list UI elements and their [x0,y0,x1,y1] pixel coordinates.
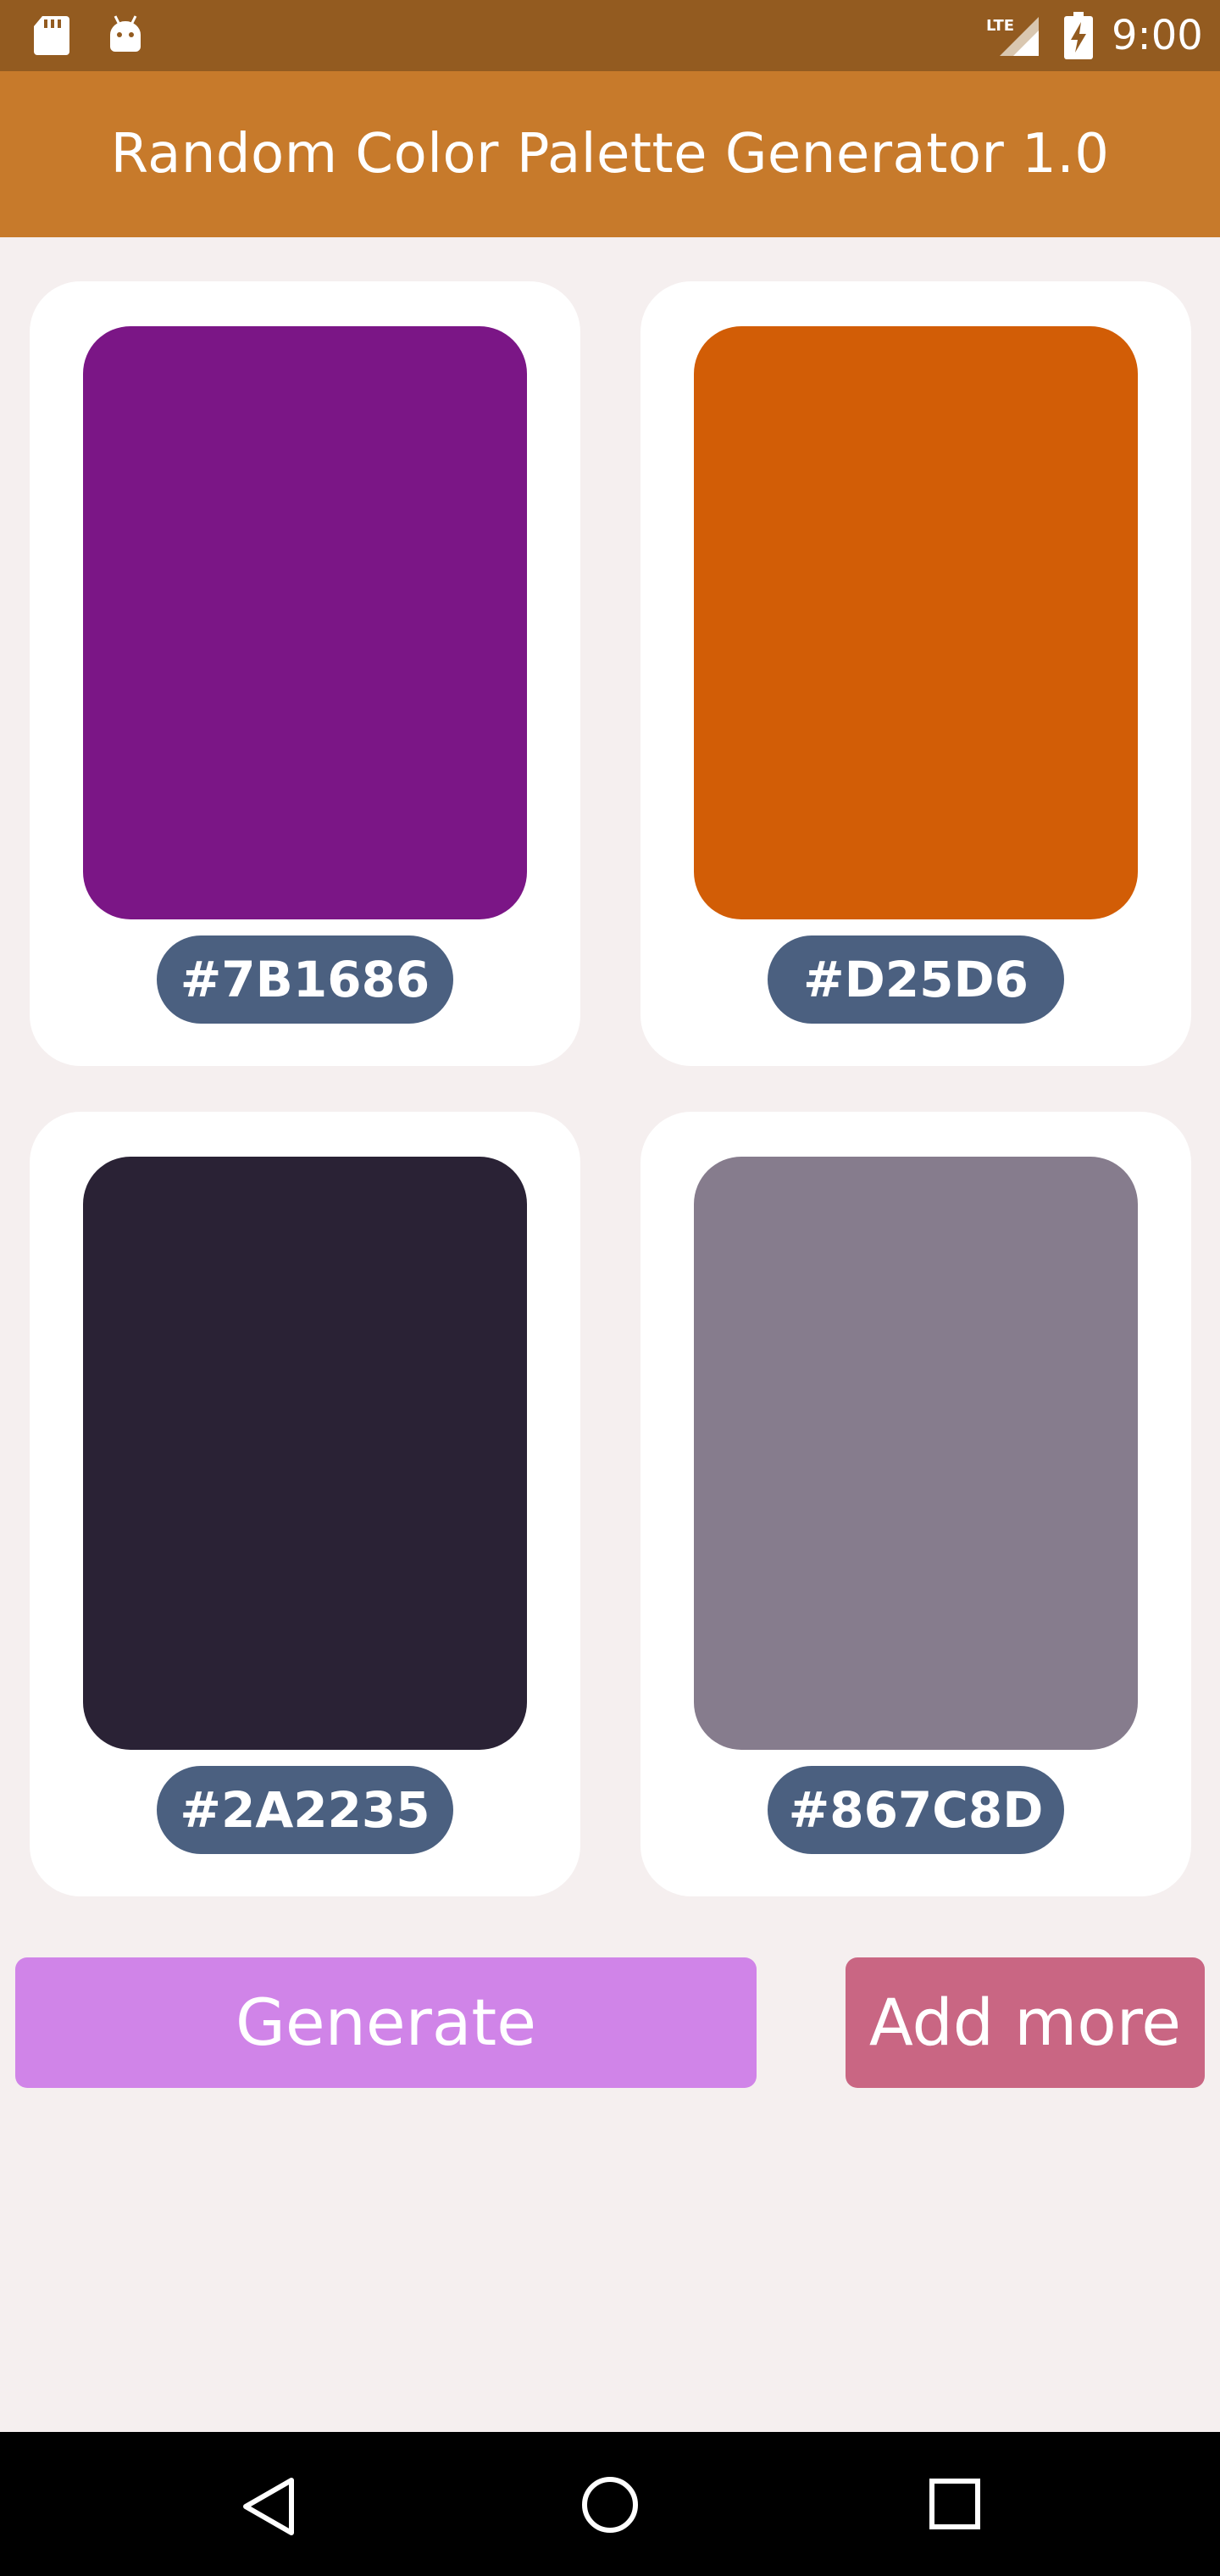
battery-charging-icon [1064,12,1093,59]
back-icon[interactable] [241,2476,297,2537]
android-icon [110,15,141,52]
color-card: #867C8D [640,1112,1191,1896]
hex-code-label: #867C8D [768,1766,1064,1854]
generate-button[interactable]: Generate [15,1957,757,2088]
svg-text:LTE: LTE [986,17,1014,35]
color-card: #D25D6 [640,281,1191,1066]
status-bar: LTE 9:00 [0,0,1220,71]
lte-signal-icon: LTE [986,17,1039,56]
add-more-button[interactable]: Add more [846,1957,1205,2088]
home-icon[interactable] [580,2474,640,2535]
color-card: #7B1686 [30,281,580,1066]
status-time: 9:00 [1112,12,1203,59]
hex-code-label: #D25D6 [768,935,1064,1024]
sd-card-icon [34,16,69,55]
recents-icon[interactable] [929,2478,981,2530]
color-swatch[interactable] [694,1157,1138,1750]
color-card: #2A2235 [30,1112,580,1896]
hex-code-label: #2A2235 [157,1766,453,1854]
hex-code-label: #7B1686 [157,935,453,1024]
color-swatch[interactable] [83,326,527,919]
color-swatch[interactable] [83,1157,527,1750]
navigation-bar [0,2432,1220,2576]
app-bar: Random Color Palette Generator 1.0 [0,71,1220,237]
app-title: Random Color Palette Generator 1.0 [110,123,1110,186]
color-swatch[interactable] [694,326,1138,919]
app-screen: LTE 9:00 Random Color Palette Generator … [0,0,1220,2576]
